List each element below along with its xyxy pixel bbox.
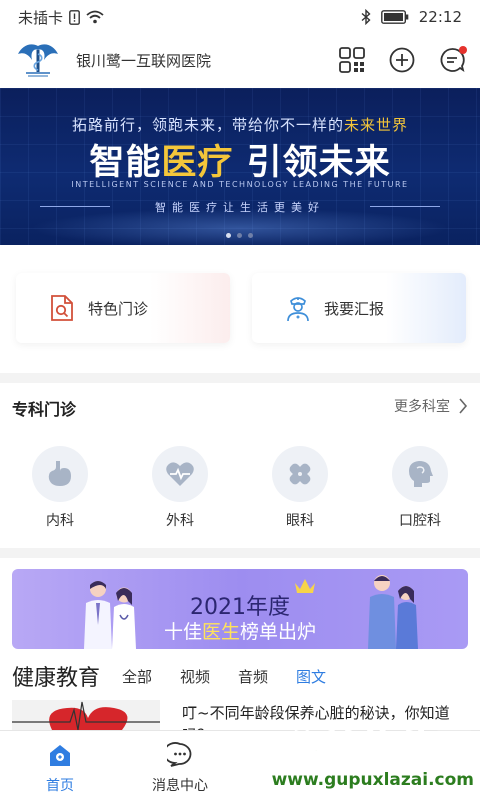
app-title: 银川鹭一互联网医院 bbox=[76, 51, 212, 70]
battery-icon bbox=[380, 10, 409, 24]
dept-surgery[interactable]: 外科 bbox=[150, 446, 210, 530]
banner-line1: 拓路前行，领跑未来，带给你不一样的未来世界 bbox=[71, 116, 409, 134]
sim-alert-icon bbox=[69, 9, 80, 25]
messages-button[interactable] bbox=[438, 46, 467, 74]
banner-tagline: 智能医疗让生活更美好 bbox=[155, 201, 325, 214]
dept-label: 眼科 bbox=[286, 513, 314, 529]
bandage-icon bbox=[272, 446, 328, 502]
watermark-cn: 谷普软件园 bbox=[283, 728, 474, 771]
add-button[interactable] bbox=[388, 46, 416, 74]
promo-line2: 十佳医生榜单出炉 bbox=[163, 621, 317, 643]
report-label: 我要汇报 bbox=[324, 299, 385, 318]
dept-stomatology[interactable]: 口腔科 bbox=[390, 446, 450, 530]
dept-label: 外科 bbox=[166, 513, 194, 529]
carousel-dot[interactable] bbox=[237, 233, 242, 238]
tab-messages[interactable]: 消息中心 bbox=[120, 741, 240, 795]
chat-icon bbox=[120, 741, 240, 769]
bluetooth-icon bbox=[361, 9, 371, 25]
nurse-icon bbox=[284, 294, 312, 322]
tab-home-label: 首页 bbox=[46, 778, 74, 794]
wifi-icon bbox=[86, 10, 104, 24]
section-divider bbox=[0, 548, 480, 558]
dept-label: 口腔科 bbox=[399, 513, 441, 529]
top-doctors-banner[interactable]: 2021年度 十佳医生榜单出炉 bbox=[12, 569, 468, 649]
carrier-text: 未插卡 bbox=[18, 8, 64, 27]
section-divider bbox=[0, 373, 480, 383]
qr-code-button[interactable] bbox=[338, 46, 366, 74]
tab-article[interactable]: 图文 bbox=[296, 666, 326, 687]
health-tabs: 全部 视频 音频 图文 bbox=[122, 666, 326, 687]
tab-all[interactable]: 全部 bbox=[122, 666, 152, 687]
hospital-logo bbox=[16, 40, 60, 80]
clock-text: 22:12 bbox=[418, 8, 462, 26]
article-thumbnail[interactable] bbox=[12, 700, 160, 730]
more-departments-link[interactable]: 更多科室 bbox=[394, 396, 468, 416]
featured-clinic-label: 特色门诊 bbox=[88, 299, 149, 318]
health-education-title: 健康教育 bbox=[12, 666, 101, 691]
head-icon bbox=[392, 446, 448, 502]
qr-code-icon bbox=[339, 47, 365, 73]
tab-messages-label: 消息中心 bbox=[152, 778, 208, 794]
quick-actions: 特色门诊 我要汇报 bbox=[0, 245, 480, 373]
tab-audio[interactable]: 音频 bbox=[238, 666, 268, 687]
carousel-dot[interactable] bbox=[226, 233, 231, 238]
status-bar: 未插卡 22:12 bbox=[0, 0, 480, 34]
more-departments-label: 更多科室 bbox=[394, 399, 450, 415]
tab-video[interactable]: 视频 bbox=[180, 666, 210, 687]
featured-clinic-card[interactable]: 特色门诊 bbox=[16, 273, 230, 343]
banner-headline: 智能医疗 引领未来 bbox=[89, 143, 391, 183]
chevron-right-icon bbox=[459, 398, 468, 414]
tab-home[interactable]: 首页 bbox=[0, 741, 120, 795]
dept-label: 内科 bbox=[46, 513, 74, 529]
app-header: 银川鹭一互联网医院 bbox=[0, 34, 480, 86]
unread-badge bbox=[459, 46, 467, 54]
banner-rule-right bbox=[370, 206, 440, 207]
home-icon bbox=[0, 741, 120, 769]
specialties-title: 专科门诊 bbox=[12, 400, 77, 419]
carousel-dots[interactable] bbox=[226, 233, 253, 238]
banner-english: INTELLIGENT SCIENCE AND TECHNOLOGY LEADI… bbox=[71, 180, 409, 189]
watermark-en: www.gupuxlazai.com bbox=[271, 770, 474, 790]
carousel-dot[interactable] bbox=[248, 233, 253, 238]
stomach-icon bbox=[32, 446, 88, 502]
document-search-icon bbox=[48, 294, 76, 322]
site-watermark: 谷普软件园 www.gupuxlazai.com bbox=[254, 720, 474, 798]
dept-internal-medicine[interactable]: 内科 bbox=[30, 446, 90, 530]
heart-pulse-icon bbox=[152, 446, 208, 502]
report-card[interactable]: 我要汇报 bbox=[252, 273, 466, 343]
dept-ophthalmology[interactable]: 眼科 bbox=[270, 446, 330, 530]
plus-circle-icon bbox=[389, 47, 415, 73]
